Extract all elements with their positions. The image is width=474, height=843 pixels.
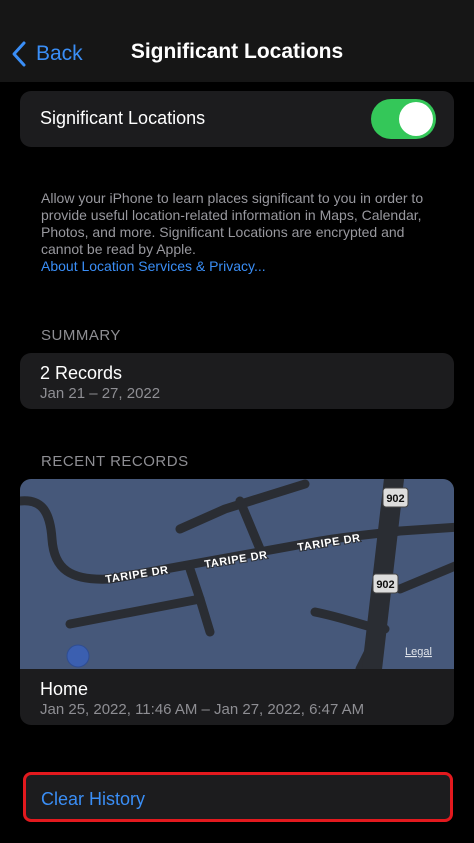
location-pin <box>66 644 90 668</box>
summary-dates: Jan 21 – 27, 2022 <box>40 385 161 402</box>
toggle-label: Significant Locations <box>40 108 206 128</box>
page-title: Significant Locations <box>130 40 344 63</box>
recent-records-header: RECENT RECORDS <box>41 453 189 470</box>
summary-header: SUMMARY <box>41 327 121 344</box>
map-road <box>235 496 265 554</box>
recent-record-card[interactable]: TARIPE DR TARIPE DR TARIPE DR 902 902 Le… <box>20 479 454 725</box>
record-title: Home <box>40 679 89 699</box>
clear-history-button[interactable]: Clear History <box>23 772 453 822</box>
record-map[interactable]: TARIPE DR TARIPE DR TARIPE DR 902 902 Le… <box>20 479 454 669</box>
description-text: Allow your iPhone to learn places signif… <box>41 190 424 257</box>
map-graphic: TARIPE DR TARIPE DR TARIPE DR 902 902 Le… <box>20 479 454 669</box>
privacy-link[interactable]: About Location Services & Privacy... <box>41 258 441 275</box>
route-badge: 902 <box>372 573 399 594</box>
description-block: Allow your iPhone to learn places signif… <box>41 190 441 275</box>
summary-card[interactable]: 2 Records Jan 21 – 27, 2022 <box>20 353 454 409</box>
switch-knob <box>399 102 433 136</box>
street-label: TARIPE DR <box>105 564 170 586</box>
clear-history-label: Clear History <box>41 789 146 809</box>
route-number: 902 <box>386 493 404 505</box>
map-road <box>65 594 215 637</box>
record-dates: Jan 25, 2022, 11:46 AM – Jan 27, 2022, 6… <box>40 701 365 718</box>
route-number: 902 <box>376 579 394 591</box>
map-road <box>185 564 205 604</box>
map-road <box>395 561 454 594</box>
map-legal-link[interactable]: Legal <box>405 646 432 658</box>
summary-title: 2 Records <box>40 363 123 383</box>
route-badge: 902 <box>382 487 409 508</box>
significant-locations-row: Significant Locations <box>20 91 454 147</box>
significant-locations-switch[interactable] <box>371 99 436 139</box>
navigation-bar: Back Significant Locations <box>0 0 474 82</box>
